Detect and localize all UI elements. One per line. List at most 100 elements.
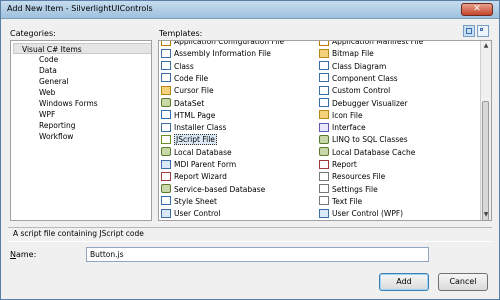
html-file-icon bbox=[161, 196, 171, 206]
img-file-icon bbox=[161, 85, 171, 95]
template-label: Style Sheet bbox=[174, 196, 217, 206]
template-label: JScript File bbox=[174, 134, 217, 146]
cs-file-icon bbox=[319, 61, 329, 71]
template-item[interactable]: HTML Page bbox=[161, 110, 215, 122]
template-item[interactable]: Icon File bbox=[319, 110, 363, 122]
template-label: Component Class bbox=[332, 73, 398, 83]
add-new-item-dialog: Add New Item - SilverlightUIControls ✕ C… bbox=[0, 0, 500, 300]
template-item[interactable]: Debugger Visualizer bbox=[319, 98, 408, 110]
template-label: Bitmap File bbox=[332, 49, 374, 59]
report-file-icon bbox=[319, 159, 329, 169]
cs-file-icon bbox=[161, 61, 171, 71]
template-item[interactable]: Application Manifest File bbox=[319, 40, 424, 48]
add-button[interactable]: Add bbox=[379, 273, 429, 291]
cs-file-icon bbox=[161, 73, 171, 83]
template-label: DataSet bbox=[174, 98, 205, 108]
category-item[interactable]: Reporting bbox=[11, 120, 75, 131]
category-item[interactable]: Code bbox=[11, 54, 58, 65]
template-item[interactable]: User Control bbox=[161, 208, 221, 220]
template-item[interactable]: Style Sheet bbox=[161, 196, 217, 208]
db-file-icon bbox=[161, 147, 171, 157]
template-item[interactable]: User Control (WPF) bbox=[319, 208, 403, 220]
template-label: Assembly Information File bbox=[174, 49, 271, 59]
window-title: Add New Item - SilverlightUIControls bbox=[7, 4, 153, 13]
template-label: LINQ to SQL Classes bbox=[332, 135, 408, 145]
category-item[interactable]: Data bbox=[11, 65, 57, 76]
template-item[interactable]: Code File bbox=[161, 73, 208, 85]
template-label: Class bbox=[174, 61, 194, 71]
template-item[interactable]: DataSet bbox=[161, 98, 204, 110]
template-label: Cursor File bbox=[174, 86, 214, 96]
categories-tree[interactable]: Visual C# Items Code Data General Web Windows… bbox=[10, 40, 152, 221]
template-label: MDI Parent Form bbox=[174, 160, 237, 169]
scroll-down-arrow-icon[interactable]: ▼ bbox=[482, 211, 490, 219]
small-icons-view-icon[interactable] bbox=[477, 25, 489, 37]
template-item[interactable]: Component Class bbox=[319, 73, 398, 85]
template-label: Local Database Cache bbox=[332, 147, 416, 157]
form-file-icon bbox=[161, 208, 171, 218]
templates-label: Templates: bbox=[159, 29, 203, 38]
template-item[interactable]: Installer Class bbox=[161, 122, 226, 134]
template-label: User Control (WPF) bbox=[332, 209, 404, 219]
category-item[interactable]: WPF bbox=[11, 109, 55, 120]
template-item[interactable]: Assembly Information File bbox=[161, 48, 271, 60]
db-file-icon bbox=[161, 184, 171, 194]
template-label: Report Wizard bbox=[174, 172, 227, 182]
template-label: Report bbox=[332, 160, 357, 169]
template-item[interactable]: Report Wizard bbox=[161, 171, 227, 183]
template-item[interactable]: Settings File bbox=[319, 184, 378, 196]
categories-label: Categories: bbox=[10, 29, 56, 38]
template-item[interactable]: Class bbox=[161, 61, 194, 73]
img-file-icon bbox=[319, 48, 329, 58]
template-label: Icon File bbox=[332, 110, 363, 120]
template-item[interactable]: Application Configuration File bbox=[161, 41, 284, 48]
report-file-icon bbox=[161, 171, 171, 181]
category-item[interactable]: Web bbox=[11, 87, 55, 98]
html-file-icon bbox=[161, 110, 171, 120]
scroll-up-arrow-icon[interactable]: ▲ bbox=[482, 42, 490, 50]
category-root[interactable]: Visual C# Items bbox=[13, 43, 151, 54]
name-label: Name: bbox=[10, 250, 37, 259]
cs-file-icon bbox=[319, 98, 329, 107]
large-icons-view-icon[interactable] bbox=[463, 25, 475, 37]
form-file-icon bbox=[161, 159, 171, 169]
template-description: A script file containing JScript code bbox=[13, 229, 144, 238]
title-bar: Add New Item - SilverlightUIControls ✕ bbox=[1, 1, 499, 19]
name-input[interactable] bbox=[86, 247, 429, 262]
category-item[interactable]: Windows Forms bbox=[11, 98, 98, 109]
category-item[interactable]: Workflow bbox=[11, 131, 73, 142]
templates-list[interactable]: ▲ ▼ Application Configuration File Assemb… bbox=[158, 40, 492, 221]
template-label: Text File bbox=[332, 196, 363, 206]
template-label: Application Manifest File bbox=[332, 40, 424, 46]
template-item[interactable]: Cursor File bbox=[161, 85, 214, 97]
template-label: Code File bbox=[174, 73, 209, 83]
template-item[interactable]: Class Diagram bbox=[319, 61, 386, 73]
template-item[interactable]: Bitmap File bbox=[319, 48, 374, 60]
template-item[interactable]: MDI Parent Form bbox=[161, 159, 236, 171]
cancel-button[interactable]: Cancel bbox=[438, 273, 488, 291]
template-item[interactable]: Service-based Database bbox=[161, 184, 265, 196]
template-item[interactable]: Interface bbox=[319, 122, 366, 134]
template-item[interactable]: JScript File bbox=[161, 134, 217, 146]
templates-scrollbar[interactable]: ▲ ▼ bbox=[480, 41, 491, 220]
template-label: Installer Class bbox=[174, 123, 227, 133]
db-file-icon bbox=[319, 147, 329, 157]
template-item[interactable]: Report bbox=[319, 159, 357, 171]
cs-file-icon bbox=[319, 73, 329, 83]
template-item[interactable]: Text File bbox=[319, 196, 362, 208]
iface-file-icon bbox=[319, 122, 329, 132]
scroll-thumb[interactable] bbox=[482, 101, 489, 220]
template-item[interactable]: LINQ to SQL Classes bbox=[319, 134, 408, 146]
template-item[interactable]: Resources File bbox=[319, 171, 385, 183]
template-label: Interface bbox=[332, 123, 366, 133]
txt-file-icon bbox=[319, 196, 329, 206]
form-file-icon bbox=[319, 208, 329, 218]
template-label: Class Diagram bbox=[332, 61, 387, 71]
category-item[interactable]: General bbox=[11, 76, 69, 87]
cs-file-icon bbox=[161, 48, 171, 58]
template-label: Settings File bbox=[332, 184, 378, 194]
template-item[interactable]: Local Database bbox=[161, 147, 232, 159]
template-item[interactable]: Local Database Cache bbox=[319, 147, 415, 159]
template-item[interactable]: Custom Control bbox=[319, 85, 390, 97]
close-button[interactable]: ✕ bbox=[461, 3, 493, 16]
